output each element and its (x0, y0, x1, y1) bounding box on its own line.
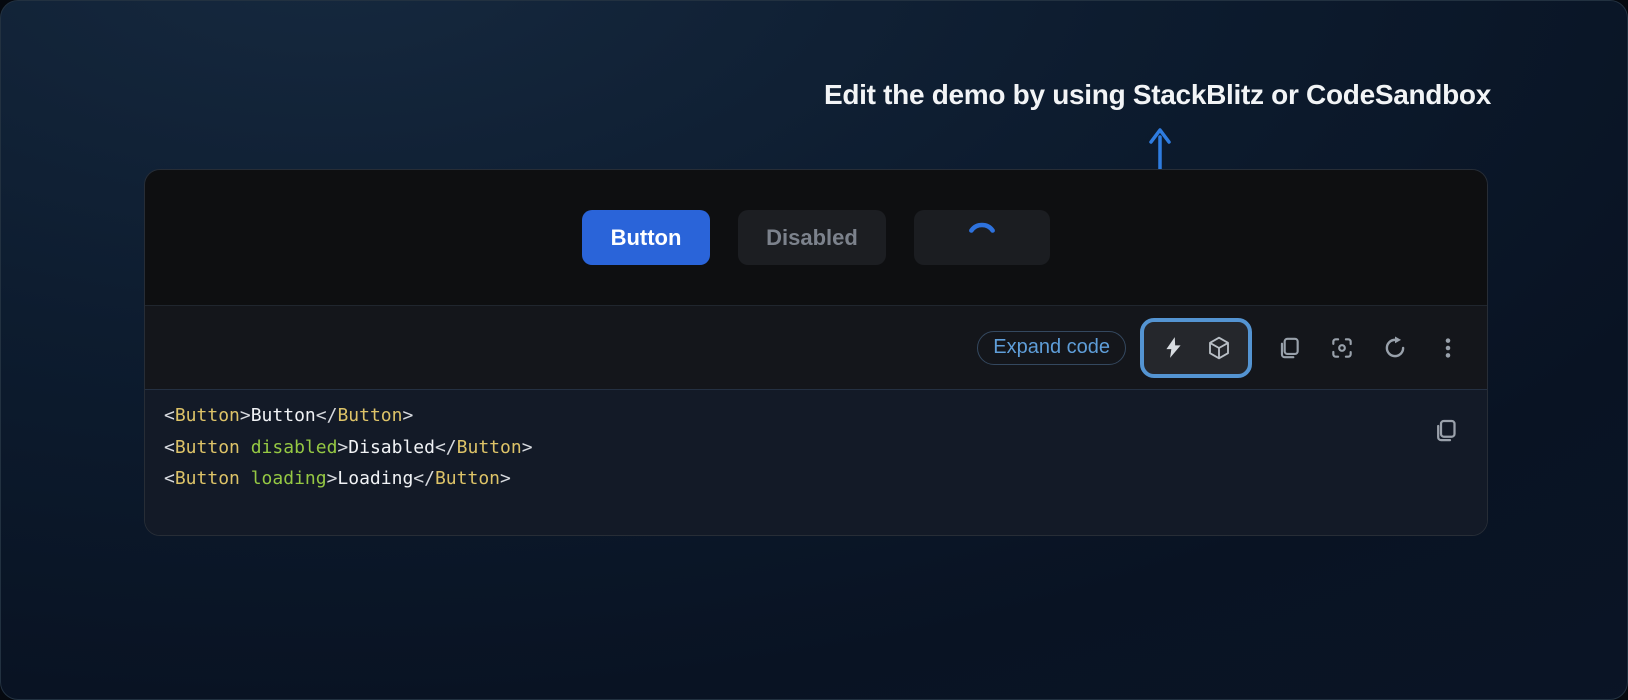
code-line: <Button>Button</Button> (164, 400, 1417, 432)
stackblitz-button[interactable] (1161, 335, 1186, 360)
copy-icon (1276, 335, 1302, 361)
focus-demo-button[interactable] (1329, 335, 1355, 361)
code-block: <Button>Button</Button><Button disabled>… (145, 389, 1487, 535)
primary-button[interactable]: Button (582, 210, 710, 265)
copy-icon (1432, 417, 1459, 444)
demo-preview-area: Button Disabled (145, 170, 1487, 305)
annotation-heading: Edit the demo by using StackBlitz or Cod… (824, 79, 1491, 111)
demo-card: Button Disabled Expand code (144, 169, 1488, 536)
more-vertical-icon (1435, 335, 1461, 361)
stackblitz-bolt-icon (1161, 335, 1186, 360)
copy-code-button[interactable] (1432, 417, 1459, 444)
codesandbox-button[interactable] (1206, 335, 1232, 361)
refresh-demo-button[interactable] (1382, 335, 1408, 361)
refresh-icon (1382, 335, 1408, 361)
loading-spinner-icon (964, 220, 1000, 256)
demo-toolbar: Expand code (145, 305, 1487, 389)
code-lines: <Button>Button</Button><Button disabled>… (164, 400, 1417, 495)
loading-button[interactable] (914, 210, 1050, 265)
page-background: Edit the demo by using StackBlitz or Cod… (0, 0, 1628, 700)
more-menu-button[interactable] (1435, 335, 1461, 361)
disabled-button[interactable]: Disabled (738, 210, 886, 265)
copy-demo-button[interactable] (1276, 335, 1302, 361)
expand-code-button[interactable]: Expand code (977, 331, 1126, 365)
focus-center-icon (1329, 335, 1355, 361)
codesandbox-box-icon (1206, 335, 1232, 361)
code-line: <Button disabled>Disabled</Button> (164, 432, 1417, 464)
code-line: <Button loading>Loading</Button> (164, 463, 1417, 495)
toolbar-actions (1276, 335, 1461, 361)
external-editor-highlight-box (1140, 318, 1252, 378)
